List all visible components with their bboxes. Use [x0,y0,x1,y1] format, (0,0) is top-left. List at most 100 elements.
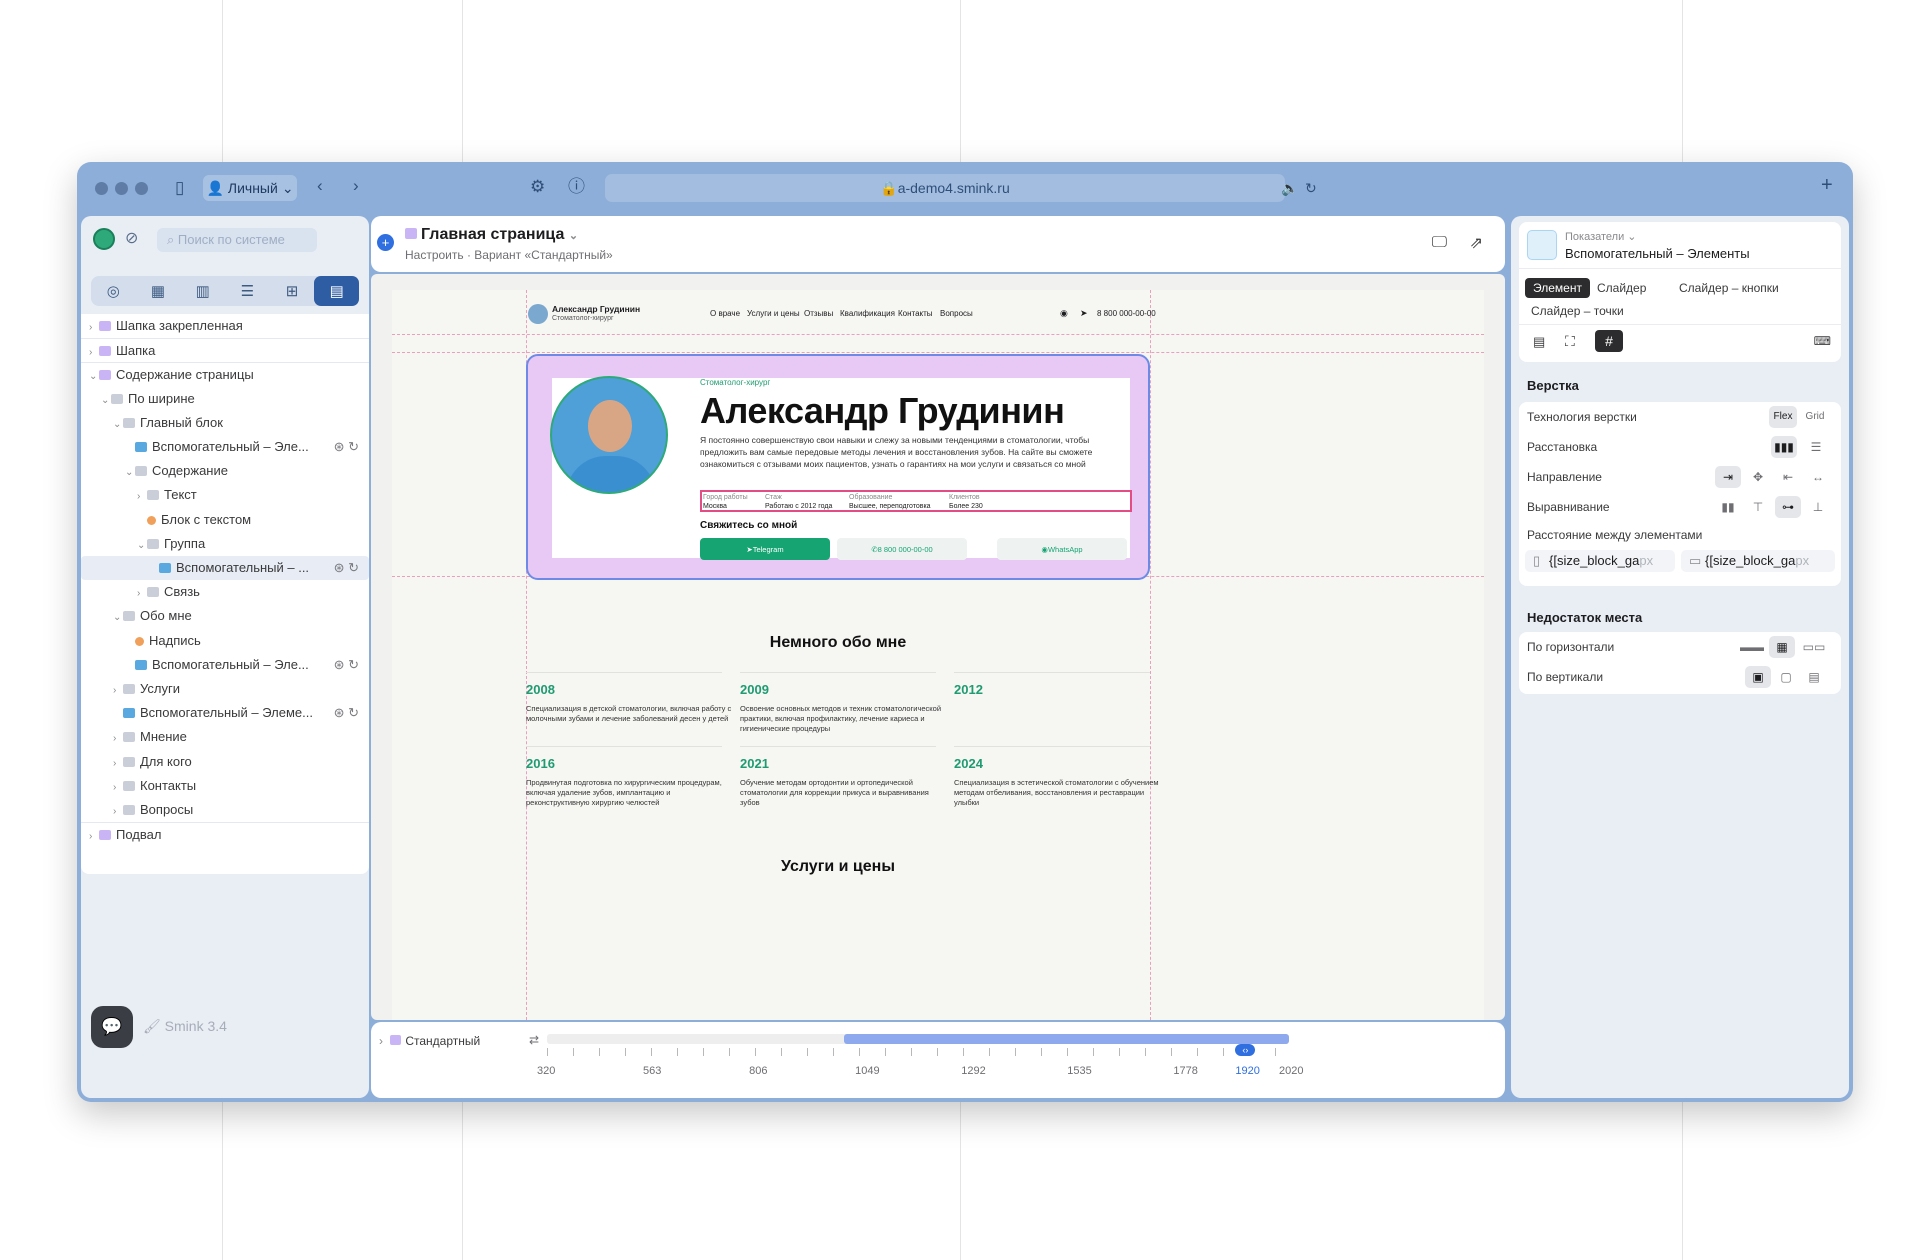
site-phone[interactable]: 8 800 000-00-00 [1097,309,1156,318]
placement-row-icon[interactable]: ▮▮▮ [1771,436,1797,458]
tab-slider-dots[interactable]: Слайдер – точки [1531,304,1624,318]
tab-pages-icon[interactable]: ◎ [91,276,136,306]
tree-item[interactable]: › Для кого [81,750,369,774]
tree-chevron-icon[interactable]: › [113,727,123,751]
variant-label[interactable]: › Стандартный [379,1034,480,1048]
swap-icon[interactable]: ⇄ [529,1033,539,1047]
tree-item[interactable]: Вспомогательный – Элеме... ⊛ ↻ [81,701,369,725]
tree-item[interactable]: › Связь [81,580,369,604]
tree-chevron-icon[interactable]: ⌄ [125,461,135,485]
align-bottom-icon[interactable]: ⊥ [1805,496,1831,518]
site-nav-link[interactable]: О враче [710,309,740,318]
fullscreen-icon[interactable]: ⛶ [1565,333,1575,350]
align-center-icon[interactable]: ⊶ [1775,496,1801,518]
tree-item[interactable]: › Текст [81,483,369,507]
tree-item[interactable]: › Шапка закрепленная [81,314,369,338]
tree-item[interactable]: › Контакты [81,774,369,798]
overflow-v-wrap-icon[interactable]: ▢ [1773,666,1799,688]
tab-slider-buttons[interactable]: Слайдер – кнопки [1679,281,1779,295]
align-top-icon[interactable]: ⊤ [1745,496,1771,518]
telegram-icon[interactable]: ➤ [1080,308,1088,319]
site-nav-link[interactable]: Отзывы [804,309,833,318]
flex-option[interactable]: Flex [1769,406,1797,428]
compass-icon[interactable]: ⊘ [125,228,138,248]
tree-chevron-icon[interactable]: ⌄ [101,389,111,413]
page-title[interactable]: Главная страница ⌄ [405,226,578,244]
direction-center-icon[interactable]: ✥ [1745,466,1771,488]
address-bar[interactable]: 🔒 a-demo4.smink.ru [605,174,1285,202]
doc-icon[interactable]: ▤ [1533,334,1545,350]
overflow-h-scroll-icon[interactable]: ▭▭ [1801,636,1827,658]
add-icon[interactable]: + [377,234,394,251]
gap-column-input[interactable]: ▭ {[size_block_gapx [1681,550,1835,572]
tab-slider[interactable]: Слайдер [1597,281,1646,295]
zoom-window-button[interactable] [135,182,148,195]
chat-icon[interactable]: 💬 [91,1006,133,1048]
tree-item-actions-icon[interactable]: ⊛ ↻ [334,556,359,580]
tree-item[interactable]: › Вопросы [81,798,369,822]
phone-button[interactable]: ✆ 8 800 000-00-00 [837,538,967,560]
hero-block-selected[interactable]: Стоматолог-хирург Александр Грудинин Я п… [526,354,1150,580]
whatsapp-button[interactable]: ◉ WhatsApp [997,538,1127,560]
tree-item[interactable]: › Шапка [81,338,369,362]
direction-stretch-icon[interactable]: ↔ [1805,466,1831,488]
site-nav-link[interactable]: Вопросы [940,309,973,318]
tab-sliders-icon[interactable]: ☰ [225,276,270,306]
tab-book-icon[interactable]: ▥ [180,276,225,306]
tree-item[interactable]: › Мнение [81,725,369,749]
tree-item[interactable]: Вспомогательный – Эле... ⊛ ↻ [81,653,369,677]
breakpoint-handle[interactable]: ‹› [1235,1044,1256,1056]
tree-item[interactable]: ⌄ По ширине [81,387,369,411]
telegram-button[interactable]: ➤ Telegram [700,538,830,560]
reload-icon[interactable]: ↻ [1305,178,1317,198]
tree-chevron-icon[interactable]: › [113,752,123,776]
tree-item-actions-icon[interactable]: ⊛ ↻ [334,653,359,677]
placement-column-icon[interactable]: ☰ [1803,436,1829,458]
site-nav-link[interactable]: Контакты [898,309,933,318]
back-icon[interactable]: ‹ [317,176,323,196]
direction-right-icon[interactable]: ⇥ [1715,466,1741,488]
tree-item[interactable]: Надпись [81,629,369,653]
tree-item[interactable]: Блок с текстом [81,508,369,532]
forward-icon[interactable]: › [353,176,359,196]
overflow-v-scroll-icon[interactable]: ▤ [1801,666,1827,688]
tab-layers-icon[interactable]: ▤ [314,276,360,306]
facts-row-selected[interactable]: Город работы Москва Стаж Работаю с 2012 год… [700,490,1132,512]
user-avatar[interactable] [93,228,115,250]
console-icon[interactable]: ⌨ [1814,334,1831,348]
overflow-h-shrink-icon[interactable]: ▬▬ [1739,636,1765,658]
site-nav-link[interactable]: Услуги и цены [747,309,800,318]
gear-icon[interactable]: ⚙ [530,177,545,197]
minimize-window-button[interactable] [115,182,128,195]
overflow-h-wrap-icon[interactable]: ▦ [1769,636,1795,658]
preview-icon[interactable]: 🖵 [1432,234,1447,252]
tree-chevron-icon[interactable]: ⌄ [113,413,123,437]
speaker-icon[interactable]: 🔈 [1281,178,1298,198]
tab-element[interactable]: Элемент [1525,278,1590,298]
overflow-v-shrink-icon[interactable]: ▣ [1745,666,1771,688]
tree-chevron-icon[interactable]: › [113,776,123,800]
tree-chevron-icon[interactable]: › [89,825,99,849]
whatsapp-icon[interactable]: ◉ [1060,308,1068,319]
tree-item[interactable]: › Услуги [81,677,369,701]
tree-item[interactable]: ⌄ Главный блок [81,411,369,435]
tree-item[interactable]: ⌄ Содержание страницы [81,362,369,386]
tab-add-icon[interactable]: ⊞ [270,276,315,306]
site-nav-link[interactable]: Квалификация [840,309,895,318]
direction-left-icon[interactable]: ⇤ [1775,466,1801,488]
new-tab-icon[interactable]: + [1821,175,1833,195]
hash-icon[interactable]: # [1595,330,1623,352]
tree-item[interactable]: ⌄ Обо мне [81,604,369,628]
tree-chevron-icon[interactable]: › [113,679,123,703]
element-category[interactable]: Показатели ⌄ [1565,230,1637,243]
tree-chevron-icon[interactable]: › [137,582,147,606]
align-stretch-icon[interactable]: ▮▮ [1715,496,1741,518]
gap-row-input[interactable]: ▯ {[size_block_gapx [1525,550,1675,572]
breakpoint-slider[interactable] [547,1034,1289,1044]
tree-item[interactable]: ⌄ Группа [81,532,369,556]
tree-chevron-icon[interactable]: ⌄ [137,534,147,558]
tree-item-actions-icon[interactable]: ⊛ ↻ [334,435,359,459]
tree-item[interactable]: ⌄ Содержание [81,459,369,483]
open-external-icon[interactable]: ⇗ [1470,233,1483,253]
sidebar-toggle-icon[interactable]: ▯ [175,178,184,198]
